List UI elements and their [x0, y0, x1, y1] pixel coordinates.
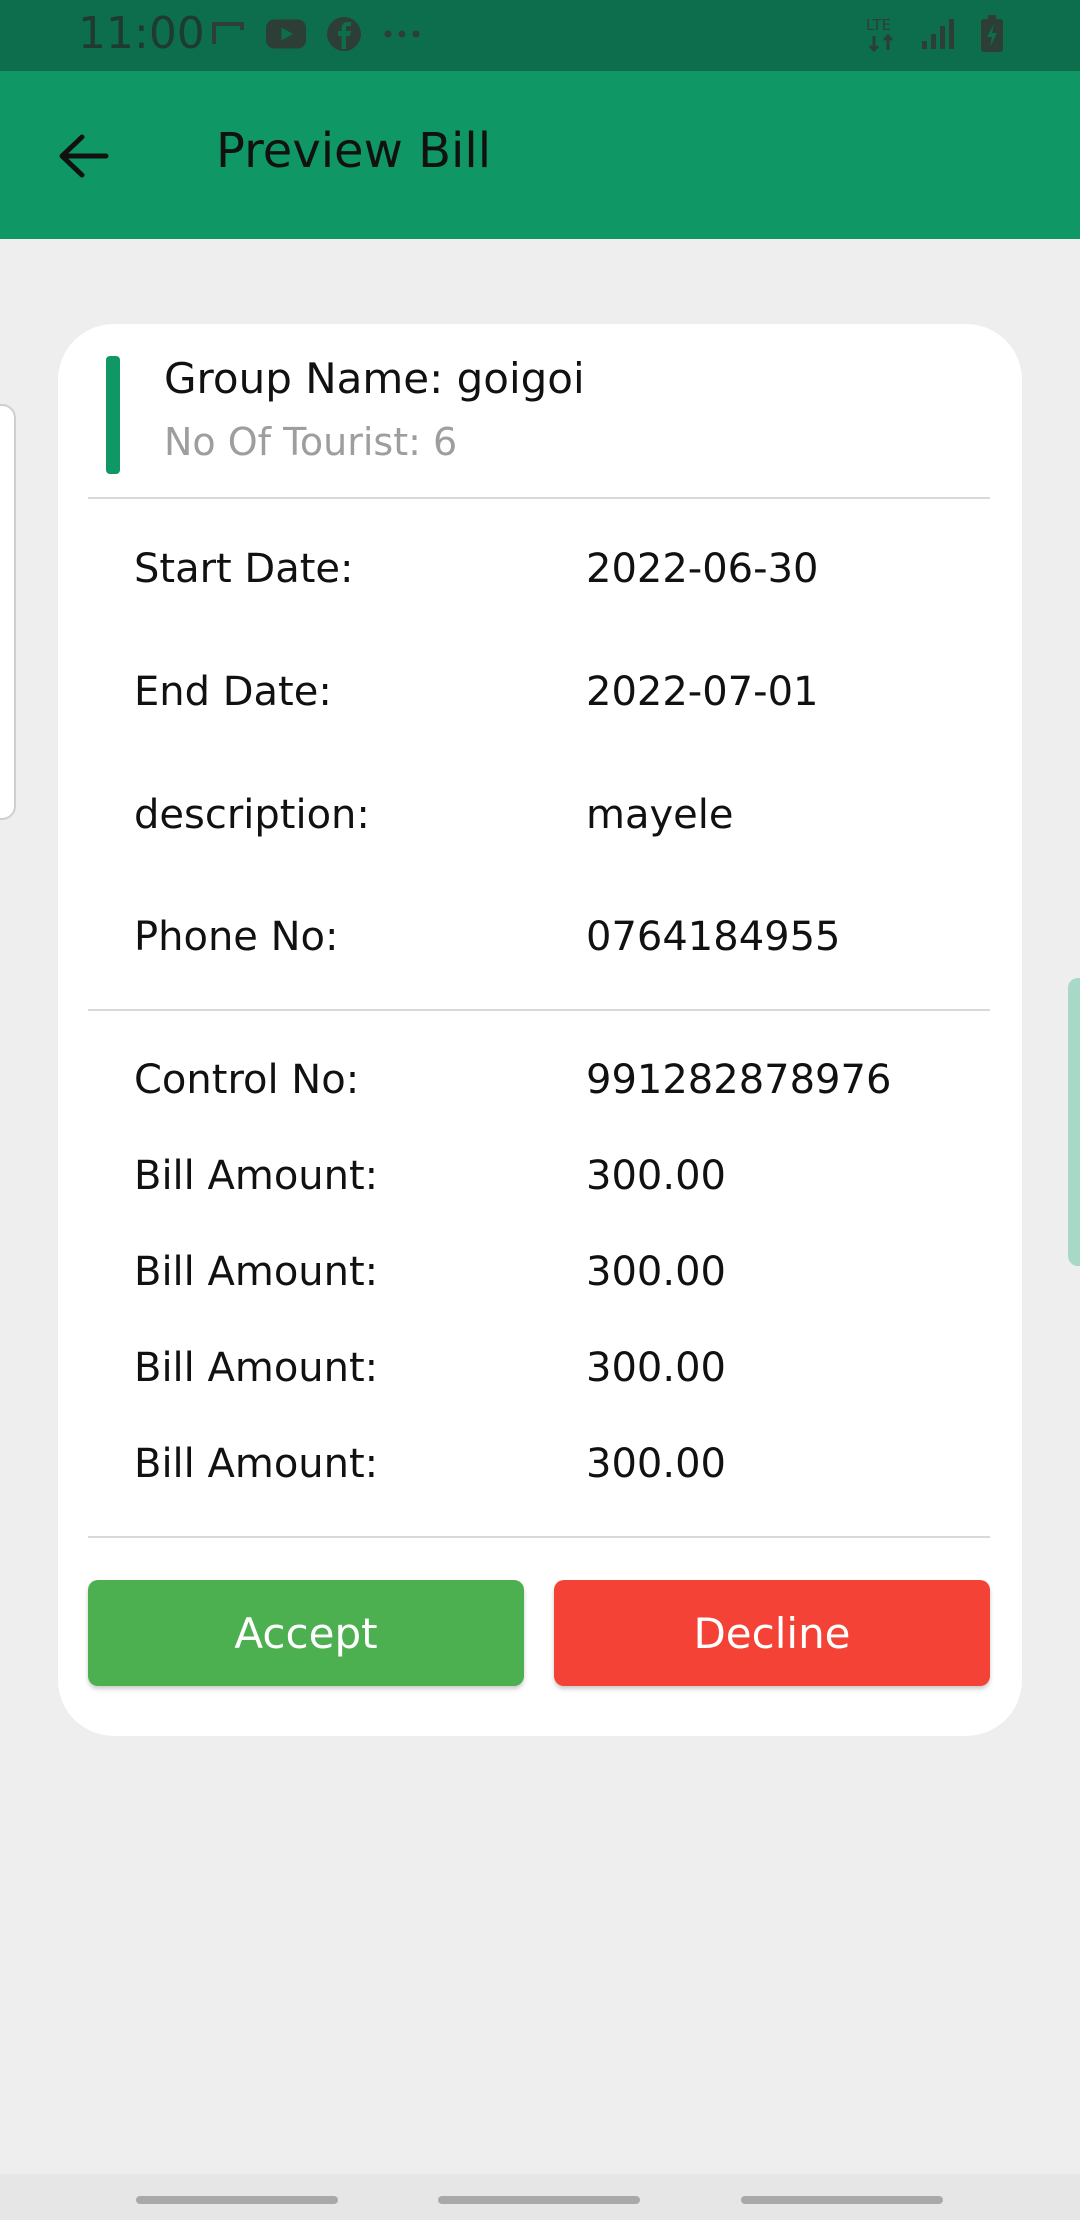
app-bar: Preview Bill: [0, 71, 1080, 239]
billing-row-amount: Bill Amount: 300.00: [134, 1249, 964, 1309]
detail-label: Phone No:: [134, 914, 339, 960]
detail-label: End Date:: [134, 669, 332, 715]
screen-cast-icon: [208, 14, 248, 54]
status-icons-right: LTE: [864, 14, 1012, 54]
signal-icon: [918, 14, 958, 54]
arrow-left-icon: [59, 134, 109, 178]
billing-value: 300.00: [586, 1249, 726, 1295]
group-name: Group Name: goigoi: [164, 354, 585, 403]
status-bar: 11:00 LTE: [0, 0, 1080, 71]
network-label: LTE: [866, 16, 891, 34]
tourist-count: No Of Tourist: 6: [164, 420, 458, 464]
battery-charging-icon: [972, 14, 1012, 54]
billing-value: 300.00: [586, 1441, 726, 1487]
nav-pill-center[interactable]: [438, 2196, 640, 2204]
billing-value: 300.00: [586, 1153, 726, 1199]
divider: [88, 497, 990, 499]
accept-button[interactable]: Accept: [88, 1580, 524, 1686]
billing-label: Bill Amount:: [134, 1249, 379, 1295]
nav-pill-left[interactable]: [136, 2196, 338, 2204]
status-time: 11:00: [78, 8, 205, 59]
group-header: Group Name: goigoi No Of Tourist: 6: [58, 324, 1022, 498]
detail-row-phone: Phone No: 0764184955: [134, 914, 964, 974]
divider: [88, 1536, 990, 1538]
detail-value: 2022-07-01: [586, 669, 819, 715]
gesture-nav-bar: [0, 2174, 1080, 2220]
billing-row-amount: Bill Amount: 300.00: [134, 1345, 964, 1405]
divider: [88, 1009, 990, 1011]
bill-card: Group Name: goigoi No Of Tourist: 6 Star…: [58, 324, 1022, 1736]
side-handle[interactable]: [1068, 978, 1080, 1266]
detail-value: 2022-06-30: [586, 546, 819, 592]
nav-pill-right[interactable]: [741, 2196, 943, 2204]
back-button[interactable]: [48, 121, 118, 191]
billing-row-amount: Bill Amount: 300.00: [134, 1153, 964, 1213]
status-icons-left: [208, 14, 422, 54]
detail-row-start-date: Start Date: 2022-06-30: [134, 546, 964, 606]
accent-bar: [106, 356, 120, 474]
lte-data-icon: LTE: [864, 14, 904, 54]
billing-row-control-no: Control No: 991282878976: [134, 1057, 964, 1117]
billing-label: Bill Amount:: [134, 1345, 379, 1391]
youtube-icon: [266, 14, 306, 54]
detail-value: mayele: [586, 792, 734, 838]
detail-value: 0764184955: [586, 914, 841, 960]
detail-row-description: description: mayele: [134, 792, 964, 852]
billing-label: Bill Amount:: [134, 1153, 379, 1199]
billing-label: Bill Amount:: [134, 1441, 379, 1487]
page-title: Preview Bill: [216, 123, 492, 179]
billing-value: 991282878976: [586, 1057, 892, 1103]
billing-row-amount: Bill Amount: 300.00: [134, 1441, 964, 1501]
facebook-icon: [324, 14, 364, 54]
decline-button[interactable]: Decline: [554, 1580, 990, 1686]
detail-label: description:: [134, 792, 370, 838]
detail-row-end-date: End Date: 2022-07-01: [134, 669, 964, 729]
detail-label: Start Date:: [134, 546, 354, 592]
adjacent-card-peek: [0, 404, 16, 820]
more-dots-icon: [382, 14, 422, 54]
billing-value: 300.00: [586, 1345, 726, 1391]
billing-label: Control No:: [134, 1057, 360, 1103]
